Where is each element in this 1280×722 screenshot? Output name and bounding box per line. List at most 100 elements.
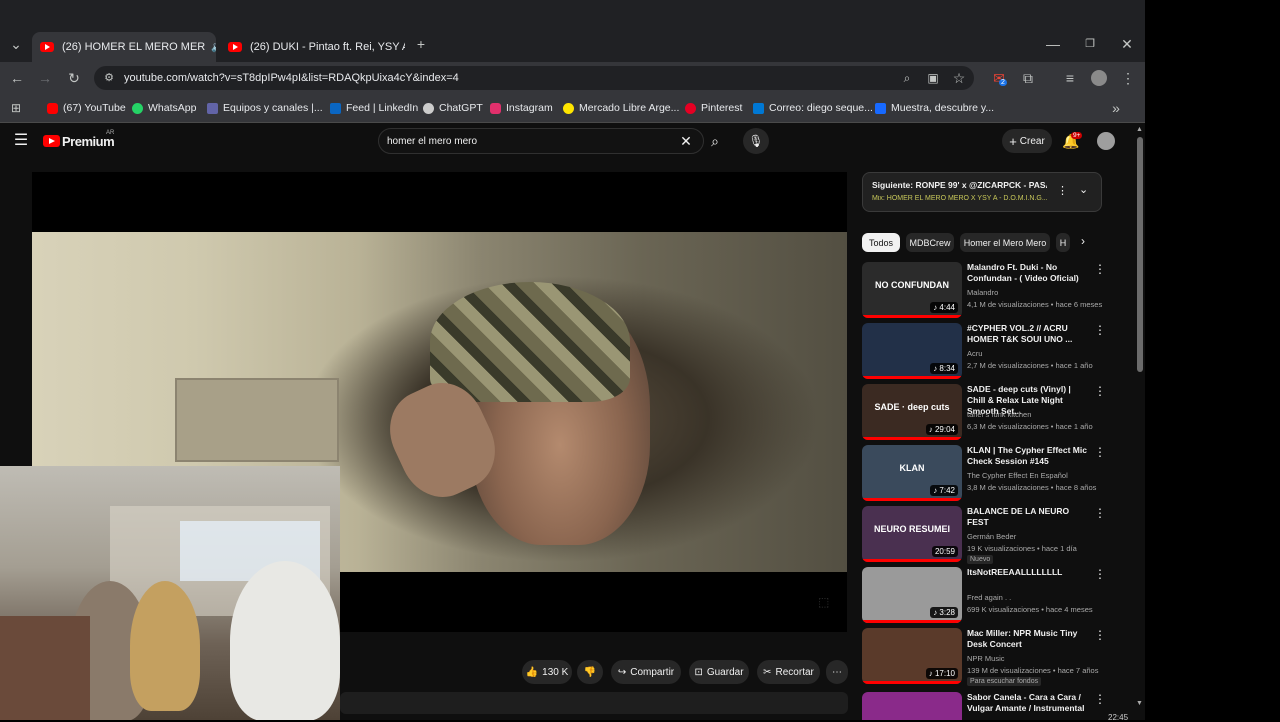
reload-icon[interactable]: ↻ <box>62 66 86 90</box>
recommendation-item[interactable]: SADE · deep cuts ♪ 29:04 SADE - deep cuts … <box>862 384 1106 442</box>
recommendation-item[interactable]: Sabor Canela - Cara a Cara / Vulgar Aman… <box>862 692 1106 720</box>
voice-search-icon[interactable]: 🎙 <box>743 128 769 154</box>
channel-name[interactable]: NPR Music <box>967 654 1005 663</box>
clear-search-icon[interactable]: ✕ <box>674 129 698 153</box>
extensions-puzzle-icon[interactable]: ⧉ <box>1016 66 1040 90</box>
channel-name[interactable]: The Cypher Effect En Español <box>967 471 1068 480</box>
channel-name[interactable]: Germán Beder <box>967 532 1016 541</box>
scroll-down-icon[interactable]: ▼ <box>1136 700 1143 707</box>
more-options-icon[interactable]: ⋮ <box>1094 692 1106 706</box>
cam-person-right <box>230 561 340 720</box>
recommendation-item[interactable]: ♪ 3:28 ItsNotREEAALLLLLLLL Fred again . . 6… <box>862 567 1106 625</box>
premium-logo-text[interactable]: Premium <box>62 134 115 149</box>
chip-todos[interactable]: Todos <box>862 233 900 252</box>
restore-icon[interactable]: ❐ <box>1078 32 1102 56</box>
menu-kebab-icon[interactable]: ⋮ <box>1116 66 1140 90</box>
site-info-icon[interactable]: ⚙ <box>97 66 121 90</box>
bookmark-chatgpt[interactable]: ChatGPT <box>423 94 483 122</box>
video-thumbnail[interactable]: NO CONFUNDAN ♪ 4:44 <box>862 262 962 318</box>
new-tab-icon[interactable]: + <box>409 32 433 56</box>
close-window-icon[interactable]: ✕ <box>1115 32 1139 56</box>
create-button[interactable]: + Crear <box>1002 129 1052 153</box>
more-options-icon[interactable]: ⋮ <box>1094 262 1106 276</box>
chip-homer[interactable]: Homer el Mero Mero <box>960 233 1050 252</box>
bookmark-whatsapp[interactable]: WhatsApp <box>132 94 196 122</box>
video-thumbnail[interactable] <box>862 692 962 720</box>
tab-search-icon[interactable]: ⌄ <box>4 32 28 56</box>
bookmark-star-icon[interactable]: ☆ <box>947 66 971 90</box>
search-icon[interactable]: ⌕ <box>703 129 727 153</box>
video-thumbnail[interactable]: ♪ 3:28 <box>862 567 962 623</box>
bookmark-mercadolibre[interactable]: Mercado Libre Arge... <box>563 94 679 122</box>
recommendation-title[interactable]: KLAN | The Cypher Effect Mic Check Sessi… <box>967 445 1089 467</box>
clip-button[interactable]: ✂ Recortar <box>757 660 820 684</box>
tab-active[interactable]: (26) HOMER EL MERO MER 🔈 ✕ <box>32 32 216 62</box>
description-box[interactable] <box>340 692 848 714</box>
recommendation-title[interactable]: BALANCE DE LA NEURO FEST <box>967 506 1089 528</box>
like-button[interactable]: 👍 130 K <box>522 660 572 684</box>
url-text[interactable]: youtube.com/watch?v=sT8dpIPw4pI&list=RDA… <box>124 66 459 90</box>
hamburger-menu-icon[interactable]: ☰ <box>9 129 33 153</box>
channel-name[interactable]: Fred again . . <box>967 593 1011 602</box>
bookmark-behance[interactable]: Muestra, descubre y... <box>875 94 994 122</box>
recommendation-item[interactable]: ♪ 17:10 Mac Miller: NPR Music Tiny Desk C… <box>862 628 1106 686</box>
video-thumbnail[interactable]: ♪ 8:34 <box>862 323 962 379</box>
search-input[interactable] <box>385 130 659 152</box>
next-up-more-icon[interactable]: ⋮ <box>1057 184 1068 197</box>
more-options-icon[interactable]: ⋮ <box>1094 628 1106 642</box>
apps-grid-icon[interactable]: ⊞ <box>4 96 28 120</box>
next-up-expand-icon[interactable]: ⌄ <box>1079 183 1088 196</box>
media-control-icon[interactable]: ≡ <box>1058 66 1082 90</box>
more-bookmarks-icon[interactable]: » <box>1104 96 1128 120</box>
recommendation-title[interactable]: Malandro Ft. Duki - No Confundan - ( Vid… <box>967 262 1089 284</box>
bookmark-outlook[interactable]: Correo: diego seque... <box>753 94 873 122</box>
back-icon[interactable]: ← <box>5 66 29 90</box>
dislike-button[interactable]: 👎 <box>577 660 603 684</box>
recommendation-item[interactable]: NEURO RESUMEI 20:59 BALANCE DE LA NEURO FE… <box>862 506 1106 564</box>
recommendation-item[interactable]: ♪ 8:34 #CYPHER VOL.2 // ACRU HOMER T&K SO… <box>862 323 1106 381</box>
chip-more[interactable]: H <box>1056 233 1070 252</box>
more-options-icon[interactable]: ⋮ <box>1094 567 1106 581</box>
channel-name[interactable]: taner's funk kitchen <box>967 410 1031 419</box>
account-avatar[interactable] <box>1097 132 1115 150</box>
pinterest-icon <box>685 102 696 114</box>
bookmark-youtube[interactable]: (67) YouTube <box>47 94 126 122</box>
install-app-icon[interactable]: ▣ <box>921 66 945 90</box>
more-options-icon[interactable]: ⋮ <box>1094 323 1106 337</box>
scroll-up-icon[interactable]: ▲ <box>1136 126 1143 133</box>
bookmark-instagram[interactable]: Instagram <box>490 94 553 122</box>
forward-icon[interactable]: → <box>33 66 57 90</box>
more-actions-button[interactable]: ⋯ <box>826 660 848 684</box>
bookmark-pinterest[interactable]: Pinterest <box>685 94 742 122</box>
share-button[interactable]: ↪ Compartir <box>611 660 681 684</box>
scrollbar-thumb[interactable] <box>1137 137 1143 372</box>
more-options-icon[interactable]: ⋮ <box>1094 506 1106 520</box>
recommendation-title[interactable]: Mac Miller: NPR Music Tiny Desk Concert <box>967 628 1089 650</box>
video-thumbnail[interactable]: NEURO RESUMEI 20:59 <box>862 506 962 562</box>
channel-name[interactable]: Malandro <box>967 288 998 297</box>
channel-name[interactable]: Acru <box>967 349 982 358</box>
duration-badge: 20:59 <box>931 546 958 557</box>
profile-avatar[interactable] <box>1091 70 1107 86</box>
zoom-icon[interactable]: ⌕ <box>895 66 919 90</box>
recommendation-title[interactable]: #CYPHER VOL.2 // ACRU HOMER T&K SOUI UNO… <box>967 323 1089 345</box>
tab-inactive[interactable]: (26) DUKI - Pintao ft. Rei, YSY A ✕ <box>220 32 405 62</box>
save-button[interactable]: ⊡ Guardar <box>689 660 749 684</box>
audio-playing-icon[interactable]: 🔈 <box>211 42 216 53</box>
bookmark-teams[interactable]: Equipos y canales |... <box>207 94 323 122</box>
more-options-icon[interactable]: ⋮ <box>1094 445 1106 459</box>
bookmark-linkedin[interactable]: Feed | LinkedIn <box>330 94 418 122</box>
video-meta: 699 K visualizaciones • hace 4 meses <box>967 605 1093 614</box>
chip-mdbcrew[interactable]: MDBCrew <box>906 233 954 252</box>
recommendation-item[interactable]: KLAN ♪ 7:42 KLAN | The Cypher Effect Mic C… <box>862 445 1106 503</box>
recommendation-item[interactable]: NO CONFUNDAN ♪ 4:44 Malandro Ft. Duki - No… <box>862 262 1106 320</box>
more-options-icon[interactable]: ⋮ <box>1094 384 1106 398</box>
recommendation-title[interactable]: ItsNotREEAALLLLLLLL <box>967 567 1089 578</box>
video-thumbnail[interactable]: SADE · deep cuts ♪ 29:04 <box>862 384 962 440</box>
chips-next-icon[interactable]: › <box>1081 234 1085 248</box>
extension-icon[interactable]: ✉ <box>987 66 1011 90</box>
recommendation-title[interactable]: Sabor Canela - Cara a Cara / Vulgar Aman… <box>967 692 1089 714</box>
video-thumbnail[interactable]: ♪ 17:10 <box>862 628 962 684</box>
minimize-icon[interactable]: — <box>1041 32 1065 56</box>
video-thumbnail[interactable]: KLAN ♪ 7:42 <box>862 445 962 501</box>
